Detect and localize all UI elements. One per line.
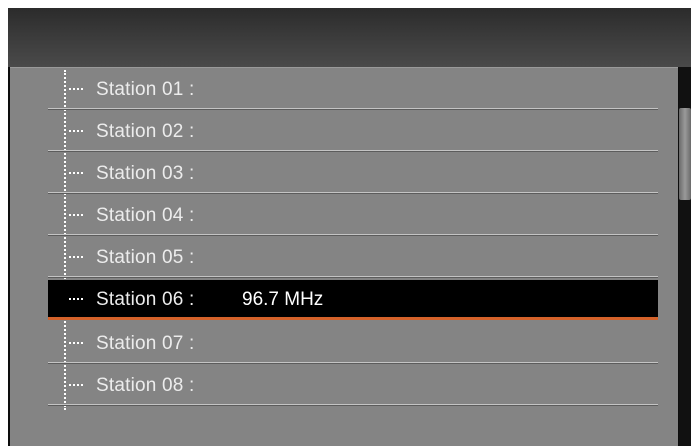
station-row-02[interactable]: Station 02 : [48, 112, 658, 152]
station-label: Station 06 : [96, 289, 195, 310]
tree-branch [69, 384, 83, 388]
tree-branch [69, 172, 83, 176]
station-label: Station 03 : [96, 163, 195, 184]
scrollbar-thumb[interactable] [679, 108, 691, 200]
station-frequency: 96.7 MHz [242, 289, 324, 310]
station-label: Station 08 : [96, 375, 195, 396]
station-label: Station 05 : [96, 247, 195, 268]
tree-branch [69, 256, 83, 260]
station-row-04[interactable]: Station 04 : [48, 196, 658, 236]
station-label: Station 01 : [96, 79, 195, 100]
station-row-01[interactable]: Station 01 : [48, 70, 658, 110]
station-row-05[interactable]: Station 05 : [48, 238, 658, 278]
station-label: Station 02 : [96, 121, 195, 142]
tree-branch [69, 298, 83, 302]
station-row-06-selected[interactable]: Station 06 : 96.7 MHz [48, 280, 658, 320]
tree-branch [69, 130, 83, 134]
station-row-07[interactable]: Station 07 : [48, 324, 658, 364]
tree-branch [69, 342, 83, 346]
tree-branch [69, 214, 83, 218]
station-row-03[interactable]: Station 03 : [48, 154, 658, 194]
station-label: Station 04 : [96, 205, 195, 226]
station-row-08[interactable]: Station 08 : [48, 366, 658, 406]
station-label: Station 07 : [96, 333, 195, 354]
tree-branch [69, 88, 83, 92]
header-bar [8, 8, 691, 67]
